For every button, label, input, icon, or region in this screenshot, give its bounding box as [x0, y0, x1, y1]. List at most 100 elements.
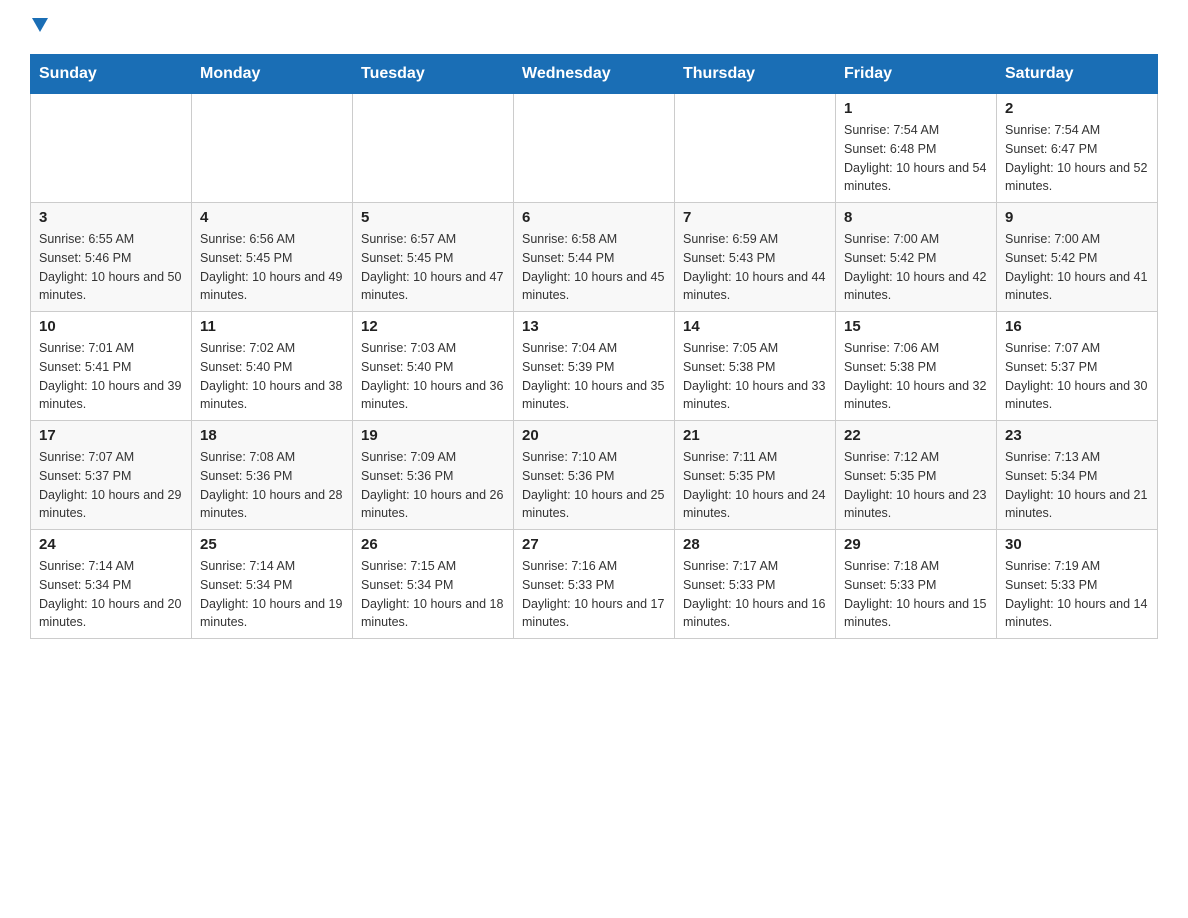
calendar-cell: 1 Sunrise: 7:54 AMSunset: 6:48 PMDaylight…: [836, 94, 997, 203]
day-info: Sunrise: 7:07 AMSunset: 5:37 PMDaylight:…: [1005, 339, 1149, 414]
day-number: 21: [683, 427, 827, 444]
day-info: Sunrise: 7:07 AMSunset: 5:37 PMDaylight:…: [39, 448, 183, 523]
weekday-header-sunday: Sunday: [31, 55, 192, 94]
day-number: 12: [361, 318, 505, 335]
day-number: 27: [522, 536, 666, 553]
day-number: 14: [683, 318, 827, 335]
calendar-cell: 12 Sunrise: 7:03 AMSunset: 5:40 PMDayligh…: [353, 312, 514, 421]
calendar-week-row: 10 Sunrise: 7:01 AMSunset: 5:41 PMDayligh…: [31, 312, 1158, 421]
day-number: 22: [844, 427, 988, 444]
day-info: Sunrise: 7:04 AMSunset: 5:39 PMDaylight:…: [522, 339, 666, 414]
day-info: Sunrise: 6:59 AMSunset: 5:43 PMDaylight:…: [683, 230, 827, 305]
calendar-week-row: 3 Sunrise: 6:55 AMSunset: 5:46 PMDaylight…: [31, 203, 1158, 312]
day-number: 23: [1005, 427, 1149, 444]
weekday-header-thursday: Thursday: [675, 55, 836, 94]
weekday-header-friday: Friday: [836, 55, 997, 94]
day-info: Sunrise: 6:55 AMSunset: 5:46 PMDaylight:…: [39, 230, 183, 305]
calendar-cell: 17 Sunrise: 7:07 AMSunset: 5:37 PMDayligh…: [31, 421, 192, 530]
day-info: Sunrise: 7:08 AMSunset: 5:36 PMDaylight:…: [200, 448, 344, 523]
calendar-cell: 13 Sunrise: 7:04 AMSunset: 5:39 PMDayligh…: [514, 312, 675, 421]
day-info: Sunrise: 6:57 AMSunset: 5:45 PMDaylight:…: [361, 230, 505, 305]
calendar-cell: [192, 94, 353, 203]
day-number: 20: [522, 427, 666, 444]
day-number: 16: [1005, 318, 1149, 335]
calendar-cell: 14Sunrise: 7:05 AMSunset: 5:38 PMDayligh…: [675, 312, 836, 421]
day-number: 4: [200, 209, 344, 226]
day-info: Sunrise: 7:00 AMSunset: 5:42 PMDaylight:…: [1005, 230, 1149, 305]
day-info: Sunrise: 7:09 AMSunset: 5:36 PMDaylight:…: [361, 448, 505, 523]
day-number: 28: [683, 536, 827, 553]
calendar-week-row: 1 Sunrise: 7:54 AMSunset: 6:48 PMDaylight…: [31, 94, 1158, 203]
calendar-cell: 7 Sunrise: 6:59 AMSunset: 5:43 PMDaylight…: [675, 203, 836, 312]
calendar-cell: 29 Sunrise: 7:18 AMSunset: 5:33 PMDayligh…: [836, 530, 997, 639]
day-info: Sunrise: 7:06 AMSunset: 5:38 PMDaylight:…: [844, 339, 988, 414]
day-number: 29: [844, 536, 988, 553]
day-number: 19: [361, 427, 505, 444]
calendar-cell: 25 Sunrise: 7:14 AMSunset: 5:34 PMDayligh…: [192, 530, 353, 639]
calendar-cell: [675, 94, 836, 203]
calendar-cell: 30Sunrise: 7:19 AMSunset: 5:33 PMDayligh…: [997, 530, 1158, 639]
day-info: Sunrise: 6:56 AMSunset: 5:45 PMDaylight:…: [200, 230, 344, 305]
calendar-header-row: SundayMondayTuesdayWednesdayThursdayFrid…: [31, 55, 1158, 94]
day-number: 6: [522, 209, 666, 226]
day-info: Sunrise: 7:14 AMSunset: 5:34 PMDaylight:…: [39, 557, 183, 632]
day-info: Sunrise: 7:11 AMSunset: 5:35 PMDaylight:…: [683, 448, 827, 523]
weekday-header-wednesday: Wednesday: [514, 55, 675, 94]
weekday-header-saturday: Saturday: [997, 55, 1158, 94]
calendar-cell: 8 Sunrise: 7:00 AMSunset: 5:42 PMDaylight…: [836, 203, 997, 312]
calendar-cell: 16 Sunrise: 7:07 AMSunset: 5:37 PMDayligh…: [997, 312, 1158, 421]
calendar-cell: 24 Sunrise: 7:14 AMSunset: 5:34 PMDayligh…: [31, 530, 192, 639]
day-info: Sunrise: 7:16 AMSunset: 5:33 PMDaylight:…: [522, 557, 666, 632]
calendar-cell: [31, 94, 192, 203]
day-number: 2: [1005, 100, 1149, 117]
calendar-cell: [514, 94, 675, 203]
calendar-cell: 23 Sunrise: 7:13 AMSunset: 5:34 PMDayligh…: [997, 421, 1158, 530]
page-header: [30, 20, 1158, 34]
day-info: Sunrise: 7:01 AMSunset: 5:41 PMDaylight:…: [39, 339, 183, 414]
logo: [30, 20, 48, 34]
day-info: Sunrise: 7:10 AMSunset: 5:36 PMDaylight:…: [522, 448, 666, 523]
day-number: 5: [361, 209, 505, 226]
calendar-cell: 28Sunrise: 7:17 AMSunset: 5:33 PMDayligh…: [675, 530, 836, 639]
day-number: 9: [1005, 209, 1149, 226]
day-info: Sunrise: 7:15 AMSunset: 5:34 PMDaylight:…: [361, 557, 505, 632]
calendar-cell: 22 Sunrise: 7:12 AMSunset: 5:35 PMDayligh…: [836, 421, 997, 530]
calendar-week-row: 24 Sunrise: 7:14 AMSunset: 5:34 PMDayligh…: [31, 530, 1158, 639]
calendar-cell: 20 Sunrise: 7:10 AMSunset: 5:36 PMDayligh…: [514, 421, 675, 530]
day-number: 10: [39, 318, 183, 335]
calendar-cell: 3 Sunrise: 6:55 AMSunset: 5:46 PMDaylight…: [31, 203, 192, 312]
day-number: 1: [844, 100, 988, 117]
day-info: Sunrise: 7:00 AMSunset: 5:42 PMDaylight:…: [844, 230, 988, 305]
calendar-cell: 21 Sunrise: 7:11 AMSunset: 5:35 PMDayligh…: [675, 421, 836, 530]
day-number: 8: [844, 209, 988, 226]
calendar-cell: 11Sunrise: 7:02 AMSunset: 5:40 PMDayligh…: [192, 312, 353, 421]
day-info: Sunrise: 7:14 AMSunset: 5:34 PMDaylight:…: [200, 557, 344, 632]
day-number: 30: [1005, 536, 1149, 553]
calendar-cell: 4 Sunrise: 6:56 AMSunset: 5:45 PMDaylight…: [192, 203, 353, 312]
day-number: 17: [39, 427, 183, 444]
day-number: 3: [39, 209, 183, 226]
day-number: 15: [844, 318, 988, 335]
calendar-cell: 26Sunrise: 7:15 AMSunset: 5:34 PMDayligh…: [353, 530, 514, 639]
calendar-cell: 2Sunrise: 7:54 AMSunset: 6:47 PMDaylight…: [997, 94, 1158, 203]
calendar-cell: 10 Sunrise: 7:01 AMSunset: 5:41 PMDayligh…: [31, 312, 192, 421]
day-info: Sunrise: 7:54 AMSunset: 6:48 PMDaylight:…: [844, 121, 988, 196]
day-info: Sunrise: 7:12 AMSunset: 5:35 PMDaylight:…: [844, 448, 988, 523]
day-number: 7: [683, 209, 827, 226]
calendar-cell: 5 Sunrise: 6:57 AMSunset: 5:45 PMDaylight…: [353, 203, 514, 312]
calendar-cell: [353, 94, 514, 203]
calendar-cell: 9 Sunrise: 7:00 AMSunset: 5:42 PMDaylight…: [997, 203, 1158, 312]
day-number: 13: [522, 318, 666, 335]
day-number: 25: [200, 536, 344, 553]
day-number: 24: [39, 536, 183, 553]
calendar-week-row: 17 Sunrise: 7:07 AMSunset: 5:37 PMDayligh…: [31, 421, 1158, 530]
weekday-header-tuesday: Tuesday: [353, 55, 514, 94]
day-info: Sunrise: 7:13 AMSunset: 5:34 PMDaylight:…: [1005, 448, 1149, 523]
weekday-header-monday: Monday: [192, 55, 353, 94]
day-info: Sunrise: 7:03 AMSunset: 5:40 PMDaylight:…: [361, 339, 505, 414]
calendar-cell: 18Sunrise: 7:08 AMSunset: 5:36 PMDayligh…: [192, 421, 353, 530]
calendar-cell: 19 Sunrise: 7:09 AMSunset: 5:36 PMDayligh…: [353, 421, 514, 530]
day-info: Sunrise: 7:18 AMSunset: 5:33 PMDaylight:…: [844, 557, 988, 632]
calendar-table: SundayMondayTuesdayWednesdayThursdayFrid…: [30, 54, 1158, 639]
day-info: Sunrise: 6:58 AMSunset: 5:44 PMDaylight:…: [522, 230, 666, 305]
